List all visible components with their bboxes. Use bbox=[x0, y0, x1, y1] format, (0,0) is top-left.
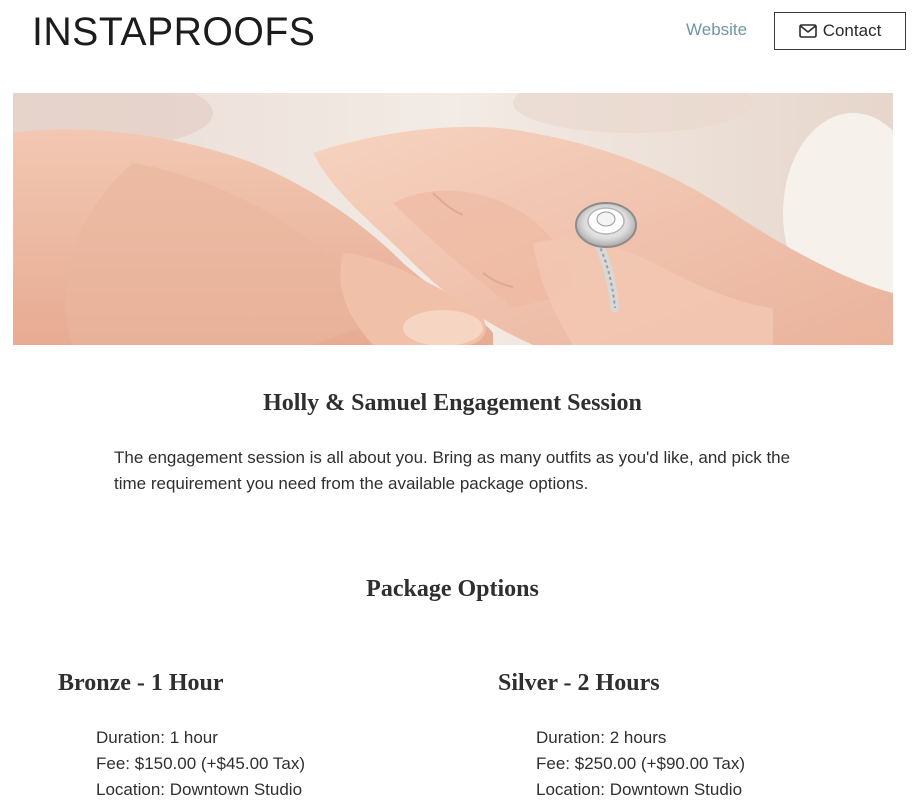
package-card-silver: Silver - 2 Hours Duration: 2 hours Fee: … bbox=[498, 667, 898, 803]
package-duration: Duration: 1 hour bbox=[96, 728, 218, 747]
package-details: Duration: 2 hours Fee: $250.00 (+$90.00 … bbox=[536, 725, 898, 803]
contact-button-label: Contact bbox=[822, 21, 882, 40]
engagement-ring-photo bbox=[13, 93, 893, 345]
package-card-bronze: Bronze - 1 Hour Duration: 1 hour Fee: $1… bbox=[58, 667, 458, 803]
website-link[interactable]: Website bbox=[686, 19, 747, 41]
package-fee: Fee: $150.00 (+$45.00 Tax) bbox=[96, 754, 306, 773]
site-logo[interactable]: INSTAPROOFS bbox=[32, 8, 315, 56]
site-header: INSTAPROOFS Website Contact bbox=[0, 0, 914, 70]
session-title: Holly & Samuel Engagement Session bbox=[263, 390, 642, 416]
envelope-icon bbox=[798, 24, 817, 38]
package-details: Duration: 1 hour Fee: $150.00 (+$45.00 T… bbox=[96, 725, 458, 803]
package-name: Silver - 2 Hours bbox=[498, 670, 660, 696]
package-duration: Duration: 2 hours bbox=[536, 728, 667, 747]
hero-image bbox=[13, 93, 893, 345]
package-name: Bronze - 1 Hour bbox=[58, 670, 224, 696]
package-options-heading: Package Options bbox=[366, 576, 539, 602]
session-description: The engagement session is all about you.… bbox=[114, 448, 791, 493]
package-location: Location: Downtown Studio bbox=[96, 780, 303, 799]
contact-button[interactable]: Contact bbox=[774, 12, 906, 50]
package-fee: Fee: $250.00 (+$90.00 Tax) bbox=[536, 754, 746, 773]
package-location: Location: Downtown Studio bbox=[536, 780, 743, 799]
